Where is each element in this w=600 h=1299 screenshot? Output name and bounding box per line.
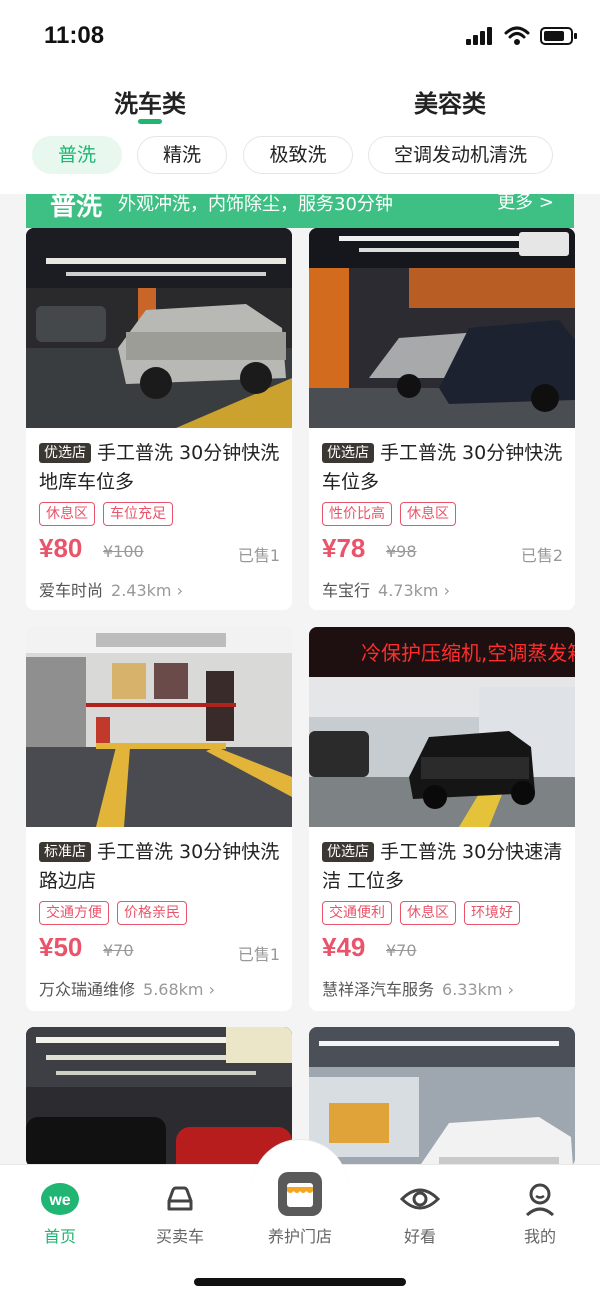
shop-distance: 4.73km ›: [378, 581, 450, 600]
chip-ac-engine-cleaning[interactable]: 空调发动机清洗: [368, 136, 553, 174]
service-type-chips: 普洗 精洗 极致洗 空调发动机清洗: [0, 128, 600, 194]
shop-card[interactable]: 标准店 手工普洗 30分钟快洗 路边店 交通方便 价格亲民 ¥50 ¥70 已售1…: [26, 627, 292, 1011]
price: ¥78: [322, 533, 366, 563]
car-photo-icon: [26, 228, 292, 428]
store-badge: 标准店: [39, 842, 91, 862]
tag-list: 休息区 车位充足: [39, 502, 173, 526]
original-price: ¥70: [103, 941, 134, 960]
feature-tag: 休息区: [400, 901, 456, 925]
sold-count: 已售1: [237, 546, 280, 565]
store-badge: 优选店: [322, 842, 374, 862]
tab-active-indicator: [138, 119, 162, 124]
banner-description: 外观冲洗，内饰除尘，服务30分钟: [118, 194, 393, 215]
shop-sign-text: 冷保护压缩机,空调蒸发箱清: [361, 641, 575, 665]
banner-title: 普洗: [50, 194, 103, 222]
status-time: 11:08: [44, 22, 105, 49]
card-title: 优选店 手工普洗 30分钟快洗 地库车位多: [39, 439, 283, 497]
shop-name: 车宝行: [322, 581, 371, 600]
wifi-icon: [504, 26, 530, 45]
banner-more-link[interactable]: 更多 >: [497, 194, 554, 214]
tag-list: 交通便利 休息区 环境好: [322, 901, 520, 925]
card-title: 标准店 手工普洗 30分钟快洗 路边店: [39, 838, 283, 896]
category-banner[interactable]: 普洗 外观冲洗，内饰除尘，服务30分钟 更多 >: [26, 194, 574, 228]
car-photo-icon: [26, 1027, 292, 1167]
home-indicator[interactable]: [194, 1278, 406, 1286]
nav-item-maintenance-store[interactable]: 养护门店: [240, 1171, 360, 1247]
category-tabs: 洗车类 美容类: [0, 70, 600, 128]
shop-card[interactable]: [26, 1027, 292, 1167]
feature-tag: 交通方便: [39, 901, 109, 925]
card-title: 优选店 手工普洗 30分快速清洁 工位多: [322, 838, 566, 896]
chip-fine-wash[interactable]: 精洗: [137, 136, 227, 174]
tag-list: 性价比高 休息区: [322, 502, 456, 526]
feature-tag: 环境好: [464, 901, 520, 925]
feature-tag: 性价比高: [322, 502, 392, 526]
shop-name: 慧祥泽汽车服务: [322, 980, 435, 999]
shop-card[interactable]: 冷保护压缩机,空调蒸发箱清 优选店手工普洗 30分快速清洁 工位多 交通便利 休…: [309, 627, 575, 1011]
car-photo-icon: [309, 1027, 575, 1167]
svg-text:we: we: [48, 1192, 70, 1209]
car-icon: [167, 1186, 193, 1211]
shop-card[interactable]: 优选店 手工普洗 30分钟快洗 地库车位多 休息区 车位充足 ¥80 ¥100 已…: [26, 228, 292, 610]
nav-label: 首页: [43, 1227, 76, 1246]
feature-tag: 价格亲民: [117, 901, 187, 925]
feature-tag: 休息区: [39, 502, 95, 526]
sold-count: 已售1: [237, 945, 280, 964]
original-price: ¥98: [386, 542, 417, 561]
status-bar: 11:08: [0, 0, 600, 70]
eye-icon: [400, 1188, 440, 1210]
nav-label: 我的: [523, 1227, 556, 1246]
store-badge: 优选店: [322, 443, 374, 463]
nav-label: 好看: [403, 1227, 436, 1246]
person-icon: [525, 1183, 555, 1217]
shop-card[interactable]: 优选店 手工普洗 30分钟快洗 车位多 性价比高 休息区 ¥78 ¥98 已售2 …: [309, 228, 575, 610]
garage-photo-icon: [26, 627, 292, 827]
chip-regular-wash[interactable]: 普洗: [32, 136, 122, 174]
shop-distance: 5.68km ›: [143, 980, 215, 999]
store-icon: [278, 1172, 322, 1216]
nav-label: 买卖车: [155, 1227, 204, 1246]
nav-label: 养护门店: [267, 1227, 332, 1246]
shop-card[interactable]: [309, 1027, 575, 1167]
sold-count: 已售2: [520, 546, 563, 565]
car-photo-icon: 冷保护压缩机,空调蒸发箱清: [309, 627, 575, 827]
store-badge: 优选店: [39, 443, 91, 463]
shop-info[interactable]: 爱车时尚 2.43km ›: [39, 577, 183, 601]
cellular-signal-icon: [466, 27, 492, 45]
nav-item-mine[interactable]: 我的: [480, 1181, 600, 1247]
shop-distance: 2.43km ›: [111, 581, 183, 600]
feature-tag: 休息区: [400, 502, 456, 526]
nav-item-buy-sell-car[interactable]: 买卖车: [120, 1181, 240, 1247]
feature-tag: 车位充足: [103, 502, 173, 526]
shop-info[interactable]: 慧祥泽汽车服务 6.33km ›: [322, 976, 514, 1000]
shop-name: 爱车时尚: [39, 581, 104, 600]
shop-distance: 6.33km ›: [442, 980, 514, 999]
feature-tag: 交通便利: [322, 901, 392, 925]
original-price: ¥100: [103, 542, 144, 561]
status-icons: [466, 26, 578, 46]
shop-info[interactable]: 万众瑞通维修 5.68km ›: [39, 976, 215, 1000]
nav-item-good-look[interactable]: 好看: [360, 1181, 480, 1247]
car-photo-icon: [309, 228, 575, 428]
tag-list: 交通方便 价格亲民: [39, 901, 187, 925]
battery-icon: [540, 27, 577, 45]
chip-ultimate-wash[interactable]: 极致洗: [243, 136, 353, 174]
price: ¥50: [39, 932, 83, 962]
nav-item-home[interactable]: we 首页: [0, 1181, 120, 1247]
price: ¥80: [39, 533, 83, 563]
shop-info[interactable]: 车宝行 4.73km ›: [322, 577, 450, 601]
card-title: 优选店 手工普洗 30分钟快洗 车位多: [322, 439, 566, 497]
tab-car-wash[interactable]: 洗车类: [114, 84, 186, 119]
shop-name: 万众瑞通维修: [39, 980, 136, 999]
tab-beauty[interactable]: 美容类: [414, 84, 486, 119]
original-price: ¥70: [386, 941, 417, 960]
price: ¥49: [322, 932, 366, 962]
we-logo-icon: we: [41, 1183, 79, 1215]
